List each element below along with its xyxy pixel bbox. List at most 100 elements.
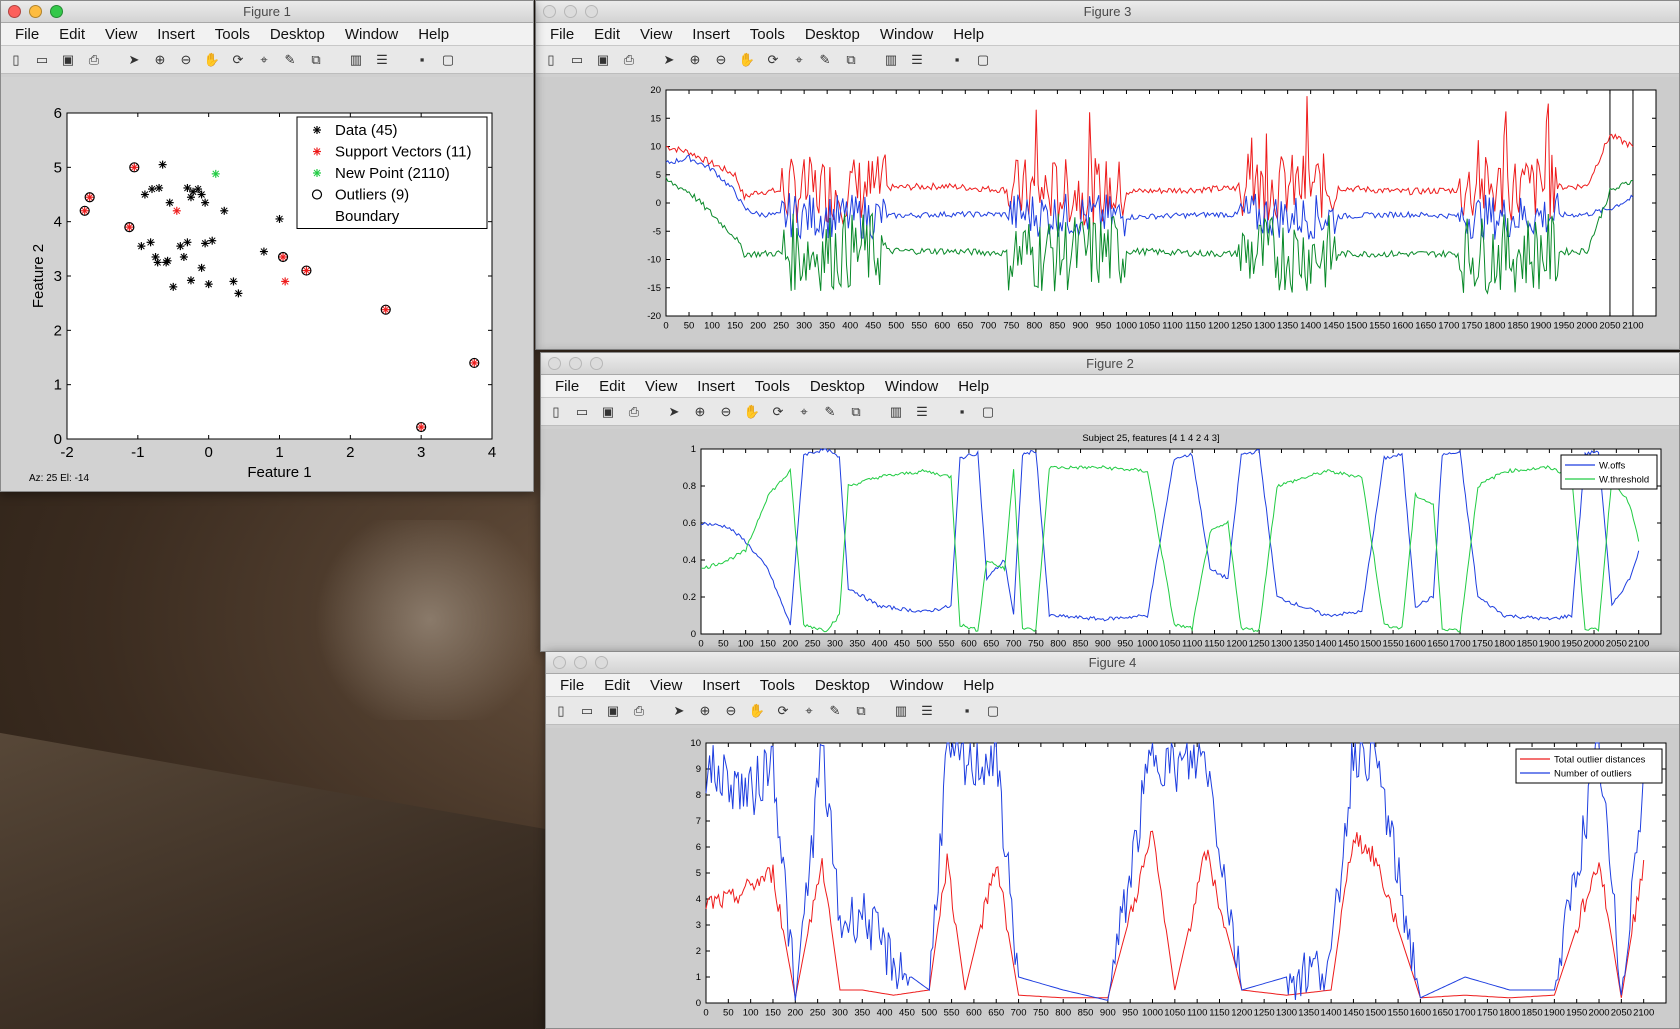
menu-desktop[interactable]: Desktop [795, 26, 870, 43]
rotate-3d-icon[interactable]: ⟳ [769, 403, 787, 421]
figure1-titlebar[interactable]: Figure 1 [1, 1, 533, 23]
zoom-out-icon[interactable]: ⊖ [717, 403, 735, 421]
open-folder-icon[interactable]: ▭ [568, 51, 586, 69]
data-cursor-icon[interactable]: ⌖ [255, 51, 273, 69]
zoom-in-icon[interactable]: ⊕ [151, 51, 169, 69]
zoom-in-icon[interactable]: ⊕ [696, 702, 714, 720]
legend-icon[interactable]: ☰ [373, 51, 391, 69]
close-icon[interactable] [548, 357, 561, 370]
menu-tools[interactable]: Tools [205, 26, 260, 43]
menu-file[interactable]: File [5, 26, 49, 43]
legend-icon[interactable]: ☰ [908, 51, 926, 69]
pointer-icon[interactable]: ➤ [125, 51, 143, 69]
rotate-3d-icon[interactable]: ⟳ [764, 51, 782, 69]
pan-hand-icon[interactable]: ✋ [748, 702, 766, 720]
pan-hand-icon[interactable]: ✋ [743, 403, 761, 421]
print-icon[interactable]: ⎙ [85, 51, 103, 69]
link-plot-icon[interactable]: ⧉ [847, 403, 865, 421]
dock-icon[interactable]: ▢ [984, 702, 1002, 720]
brush-icon[interactable]: ✎ [826, 702, 844, 720]
menu-window[interactable]: Window [875, 378, 948, 395]
figure4-window[interactable]: Figure 4 File Edit View Insert Tools Desktop W… [545, 651, 1680, 1029]
menu-insert[interactable]: Insert [682, 26, 740, 43]
close-icon[interactable] [8, 5, 21, 18]
link-plot-icon[interactable]: ⧉ [852, 702, 870, 720]
menu-view[interactable]: View [95, 26, 147, 43]
menu-insert[interactable]: Insert [687, 378, 745, 395]
brush-icon[interactable]: ✎ [281, 51, 299, 69]
dock-icon[interactable]: ▢ [979, 403, 997, 421]
menu-insert[interactable]: Insert [147, 26, 205, 43]
data-cursor-icon[interactable]: ⌖ [790, 51, 808, 69]
hide-tools-icon[interactable]: ▪ [948, 51, 966, 69]
new-file-icon[interactable]: ▯ [7, 51, 25, 69]
menu-help[interactable]: Help [943, 26, 994, 43]
pan-hand-icon[interactable]: ✋ [203, 51, 221, 69]
menu-view[interactable]: View [635, 378, 687, 395]
new-file-icon[interactable]: ▯ [552, 702, 570, 720]
hide-tools-icon[interactable]: ▪ [953, 403, 971, 421]
menu-tools[interactable]: Tools [750, 677, 805, 694]
menu-desktop[interactable]: Desktop [805, 677, 880, 694]
menu-help[interactable]: Help [953, 677, 1004, 694]
figure1-window[interactable]: Figure 1 File Edit View Insert Tools Desktop W… [0, 0, 534, 492]
new-file-icon[interactable]: ▯ [542, 51, 560, 69]
hide-tools-icon[interactable]: ▪ [413, 51, 431, 69]
minimize-icon[interactable] [29, 5, 42, 18]
figure4-titlebar[interactable]: Figure 4 [546, 652, 1679, 674]
zoom-in-icon[interactable]: ⊕ [686, 51, 704, 69]
dock-icon[interactable]: ▢ [974, 51, 992, 69]
pointer-icon[interactable]: ➤ [660, 51, 678, 69]
menu-help[interactable]: Help [408, 26, 459, 43]
rotate-3d-icon[interactable]: ⟳ [774, 702, 792, 720]
new-file-icon[interactable]: ▯ [547, 403, 565, 421]
colorbar-icon[interactable]: ▥ [882, 51, 900, 69]
zoom-out-icon[interactable]: ⊖ [177, 51, 195, 69]
pointer-icon[interactable]: ➤ [665, 403, 683, 421]
minimize-icon[interactable] [564, 5, 577, 18]
close-icon[interactable] [543, 5, 556, 18]
legend-icon[interactable]: ☰ [913, 403, 931, 421]
menu-file[interactable]: File [545, 378, 589, 395]
save-icon[interactable]: ▣ [594, 51, 612, 69]
colorbar-icon[interactable]: ▥ [892, 702, 910, 720]
print-icon[interactable]: ⎙ [625, 403, 643, 421]
menu-tools[interactable]: Tools [740, 26, 795, 43]
menu-insert[interactable]: Insert [692, 677, 750, 694]
hide-tools-icon[interactable]: ▪ [958, 702, 976, 720]
menu-window[interactable]: Window [880, 677, 953, 694]
brush-icon[interactable]: ✎ [821, 403, 839, 421]
open-folder-icon[interactable]: ▭ [33, 51, 51, 69]
minimize-icon[interactable] [574, 656, 587, 669]
minimize-icon[interactable] [569, 357, 582, 370]
zoom-in-icon[interactable]: ⊕ [691, 403, 709, 421]
pointer-icon[interactable]: ➤ [670, 702, 688, 720]
zoom-window-icon[interactable] [50, 5, 63, 18]
print-icon[interactable]: ⎙ [630, 702, 648, 720]
zoom-window-icon[interactable] [590, 357, 603, 370]
data-cursor-icon[interactable]: ⌖ [795, 403, 813, 421]
zoom-window-icon[interactable] [585, 5, 598, 18]
print-icon[interactable]: ⎙ [620, 51, 638, 69]
save-icon[interactable]: ▣ [59, 51, 77, 69]
dock-icon[interactable]: ▢ [439, 51, 457, 69]
colorbar-icon[interactable]: ▥ [347, 51, 365, 69]
menu-edit[interactable]: Edit [584, 26, 630, 43]
menu-desktop[interactable]: Desktop [800, 378, 875, 395]
figure2-titlebar[interactable]: Figure 2 [541, 353, 1679, 375]
figure2-window[interactable]: Figure 2 File Edit View Insert Tools Desktop W… [540, 352, 1680, 652]
colorbar-icon[interactable]: ▥ [887, 403, 905, 421]
menu-edit[interactable]: Edit [589, 378, 635, 395]
link-plot-icon[interactable]: ⧉ [307, 51, 325, 69]
open-folder-icon[interactable]: ▭ [573, 403, 591, 421]
pan-hand-icon[interactable]: ✋ [738, 51, 756, 69]
brush-icon[interactable]: ✎ [816, 51, 834, 69]
menu-view[interactable]: View [640, 677, 692, 694]
zoom-out-icon[interactable]: ⊖ [722, 702, 740, 720]
menu-file[interactable]: File [550, 677, 594, 694]
open-folder-icon[interactable]: ▭ [578, 702, 596, 720]
menu-window[interactable]: Window [870, 26, 943, 43]
menu-view[interactable]: View [630, 26, 682, 43]
menu-file[interactable]: File [540, 26, 584, 43]
menu-desktop[interactable]: Desktop [260, 26, 335, 43]
